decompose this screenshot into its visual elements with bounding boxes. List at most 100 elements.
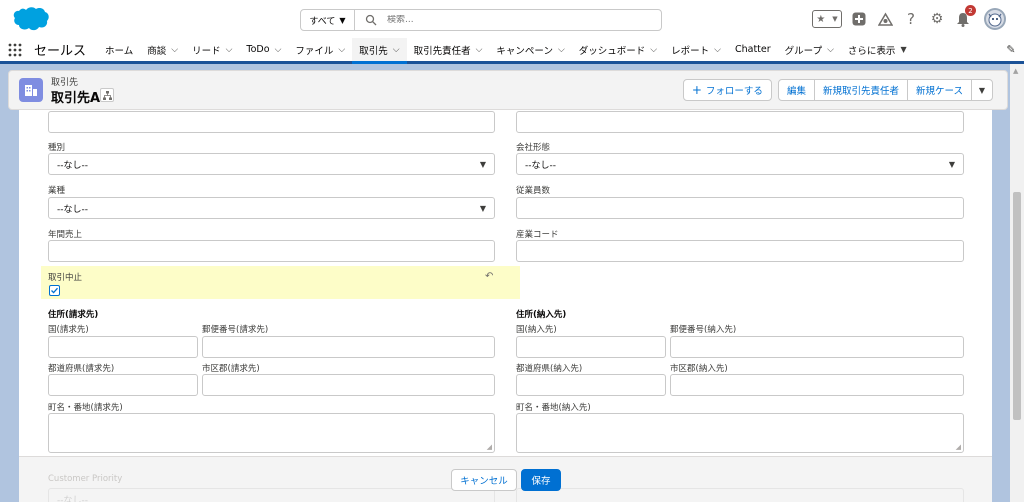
nav-item-groups[interactable]: グループ ⌵ bbox=[778, 38, 841, 61]
chevron-down-icon[interactable]: ⌵ bbox=[275, 45, 282, 55]
nav-item-label: 商談 bbox=[147, 45, 167, 57]
caret-down-icon: ▼ bbox=[479, 204, 486, 213]
chevron-down-icon[interactable]: ⌵ bbox=[338, 45, 345, 55]
customer-priority-select: --なし-- bbox=[48, 488, 495, 502]
help-icon[interactable]: ? bbox=[902, 10, 920, 28]
navigation-bar: セールス ホーム 商談 ⌵ リード ⌵ ToDo ⌵ ファイル ⌵ 取引先 ⌵ 取引先責任… bbox=[0, 38, 1024, 64]
shipping-street-textarea[interactable]: ◢ bbox=[516, 413, 964, 453]
global-actions-icon[interactable] bbox=[850, 10, 868, 28]
customer-priority-label: Customer Priority bbox=[48, 474, 123, 484]
nav-item-home[interactable]: ホーム bbox=[98, 38, 140, 61]
nav-item-dashboards[interactable]: ダッシュボード ⌵ bbox=[572, 38, 664, 61]
global-header: すべて ▼ ★ ▼ ? ⚙ 2 bbox=[0, 0, 1024, 38]
nav-item-contacts[interactable]: 取引先責任者 ⌵ bbox=[407, 38, 490, 61]
nav-item-label: ファイル bbox=[295, 45, 334, 57]
nav-item-accounts[interactable]: 取引先 ⌵ bbox=[352, 38, 407, 64]
nav-item-campaigns[interactable]: キャンペーン ⌵ bbox=[489, 38, 571, 61]
shipping-city-label: 市区郡(納入先) bbox=[670, 364, 728, 374]
billing-city-input[interactable] bbox=[202, 374, 495, 396]
shipping-country-input[interactable] bbox=[516, 336, 666, 358]
employees-input[interactable] bbox=[516, 197, 964, 219]
sic-code-label: 産業コード bbox=[516, 230, 559, 240]
new-contact-button[interactable]: 新規取引先責任者 bbox=[813, 79, 908, 101]
nav-item-files[interactable]: ファイル ⌵ bbox=[288, 38, 352, 61]
trailhead-icon[interactable] bbox=[876, 10, 894, 28]
nav-item-reports[interactable]: レポート ⌵ bbox=[664, 38, 728, 61]
nav-item-more[interactable]: さらに表示 ▼ bbox=[841, 38, 914, 61]
setup-gear-icon[interactable]: ⚙ bbox=[928, 10, 946, 28]
record-actions: + フォローする 編集 新規取引先責任者 新規ケース ▼ bbox=[682, 79, 993, 101]
field-input-top-right[interactable] bbox=[516, 111, 964, 133]
favorites-button[interactable]: ★ ▼ bbox=[812, 10, 842, 28]
notification-bell-icon[interactable]: 2 bbox=[954, 5, 976, 28]
edit-nav-pencil-icon[interactable]: ✎ bbox=[998, 38, 1024, 61]
chevron-down-icon[interactable]: ⌵ bbox=[393, 45, 400, 55]
user-avatar[interactable] bbox=[984, 8, 1006, 30]
nav-item-label: ToDo bbox=[246, 44, 270, 55]
nav-item-label: リード bbox=[192, 45, 221, 57]
suspended-checkbox[interactable] bbox=[49, 285, 60, 296]
search-scope-dropdown[interactable]: すべて ▼ bbox=[301, 10, 355, 30]
save-button[interactable]: 保存 bbox=[521, 469, 561, 491]
chevron-down-icon[interactable]: ⌵ bbox=[476, 45, 483, 55]
follow-button[interactable]: + フォローする bbox=[682, 79, 772, 101]
record-title: 取引先A bbox=[51, 91, 101, 106]
more-actions-button[interactable]: ▼ bbox=[971, 79, 993, 101]
billing-postal-label: 郵便番号(請求先) bbox=[202, 325, 269, 335]
nav-item-todo[interactable]: ToDo ⌵ bbox=[239, 38, 288, 61]
chevron-down-icon[interactable]: ⌵ bbox=[226, 45, 233, 55]
annual-revenue-label: 年間売上 bbox=[48, 230, 83, 240]
nav-item-label: 取引先責任者 bbox=[413, 45, 471, 57]
app-launcher-icon[interactable] bbox=[0, 38, 30, 61]
billing-street-textarea[interactable]: ◢ bbox=[48, 413, 495, 453]
search-input[interactable] bbox=[387, 15, 627, 25]
billing-postal-input[interactable] bbox=[202, 336, 495, 358]
nav-item-opportunities[interactable]: 商談 ⌵ bbox=[140, 38, 185, 61]
shipping-city-input[interactable] bbox=[670, 374, 964, 396]
record-header: 取引先 取引先A + フォローする 編集 新規取引先責任者 新規ケース ▼ bbox=[8, 70, 1008, 110]
industry-select[interactable]: --なし-- ▼ bbox=[48, 197, 495, 219]
new-case-button[interactable]: 新規ケース bbox=[906, 79, 972, 101]
ownership-label: 会社形態 bbox=[516, 143, 551, 153]
follow-button-label: フォローする bbox=[705, 86, 763, 97]
nav-item-label: レポート bbox=[671, 45, 710, 57]
type-select[interactable]: --なし-- ▼ bbox=[48, 153, 495, 175]
resize-grip-icon[interactable]: ◢ bbox=[956, 443, 961, 451]
caret-down-icon: ▼ bbox=[900, 45, 907, 54]
billing-city-label: 市区郡(請求先) bbox=[202, 364, 260, 374]
shipping-state-input[interactable] bbox=[516, 374, 666, 396]
chevron-down-icon[interactable]: ⌵ bbox=[650, 45, 657, 55]
salesforce-logo[interactable] bbox=[10, 6, 50, 32]
resize-grip-icon[interactable]: ◢ bbox=[487, 443, 492, 451]
chevron-down-icon[interactable]: ⌵ bbox=[714, 45, 721, 55]
ownership-select-value: --なし-- bbox=[525, 160, 556, 171]
shipping-postal-input[interactable] bbox=[670, 336, 964, 358]
billing-country-label: 国(請求先) bbox=[48, 325, 89, 335]
ownership-select[interactable]: --なし-- ▼ bbox=[516, 153, 964, 175]
billing-state-input[interactable] bbox=[48, 374, 198, 396]
chevron-down-icon[interactable]: ⌵ bbox=[171, 45, 178, 55]
annual-revenue-input[interactable] bbox=[48, 240, 495, 262]
industry-select-value: --なし-- bbox=[57, 204, 88, 215]
billing-country-input[interactable] bbox=[48, 336, 198, 358]
nav-item-leads[interactable]: リード ⌵ bbox=[185, 38, 239, 61]
field-input-top-left[interactable] bbox=[48, 111, 495, 133]
sic-code-input[interactable] bbox=[516, 240, 964, 262]
chevron-down-icon[interactable]: ⌵ bbox=[827, 45, 834, 55]
field-select-behind-footer bbox=[516, 488, 964, 502]
undo-icon[interactable]: ↶ bbox=[485, 271, 493, 282]
chevron-down-icon[interactable]: ⌵ bbox=[558, 45, 565, 55]
cancel-button[interactable]: キャンセル bbox=[451, 469, 517, 491]
scroll-up-arrow-icon[interactable]: ▲ bbox=[1013, 67, 1018, 75]
hierarchy-icon[interactable] bbox=[100, 88, 114, 102]
search-scope-label: すべて bbox=[309, 16, 336, 27]
scrollbar-thumb[interactable] bbox=[1013, 192, 1021, 420]
edit-button[interactable]: 編集 bbox=[777, 79, 815, 101]
shipping-postal-label: 郵便番号(納入先) bbox=[670, 325, 737, 335]
type-select-value: --なし-- bbox=[57, 160, 88, 171]
page-scrollbar[interactable]: ▲ bbox=[1010, 64, 1024, 502]
nav-item-label: ダッシュボード bbox=[578, 45, 646, 57]
nav-item-chatter[interactable]: Chatter bbox=[728, 38, 778, 61]
billing-street-label: 町名・番地(請求先) bbox=[48, 403, 123, 413]
edit-record-modal: 種別 --なし-- ▼ 会社形態 --なし-- ▼ 業種 --なし-- ▼ 従業… bbox=[19, 110, 992, 502]
